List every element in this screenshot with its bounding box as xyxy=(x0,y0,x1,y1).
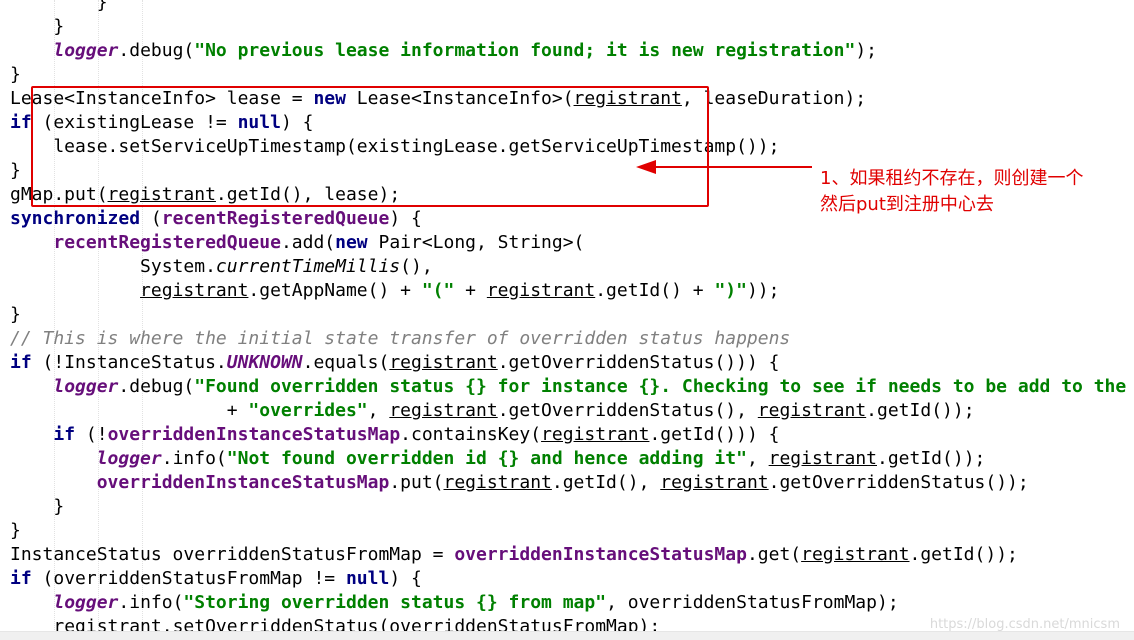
horizontal-scrollbar[interactable] xyxy=(0,631,1134,640)
annotation-arrow xyxy=(636,160,812,174)
watermark: https://blog.csdn.net/mnicsm xyxy=(929,617,1120,632)
annotation-note: 1、如果租约不存在，则创建一个 然后put到注册中心去 xyxy=(820,166,1130,218)
annotation-line-1: 1、如果租约不存在，则创建一个 xyxy=(820,168,1084,189)
annotation-line-2: 然后put到注册中心去 xyxy=(820,194,994,215)
